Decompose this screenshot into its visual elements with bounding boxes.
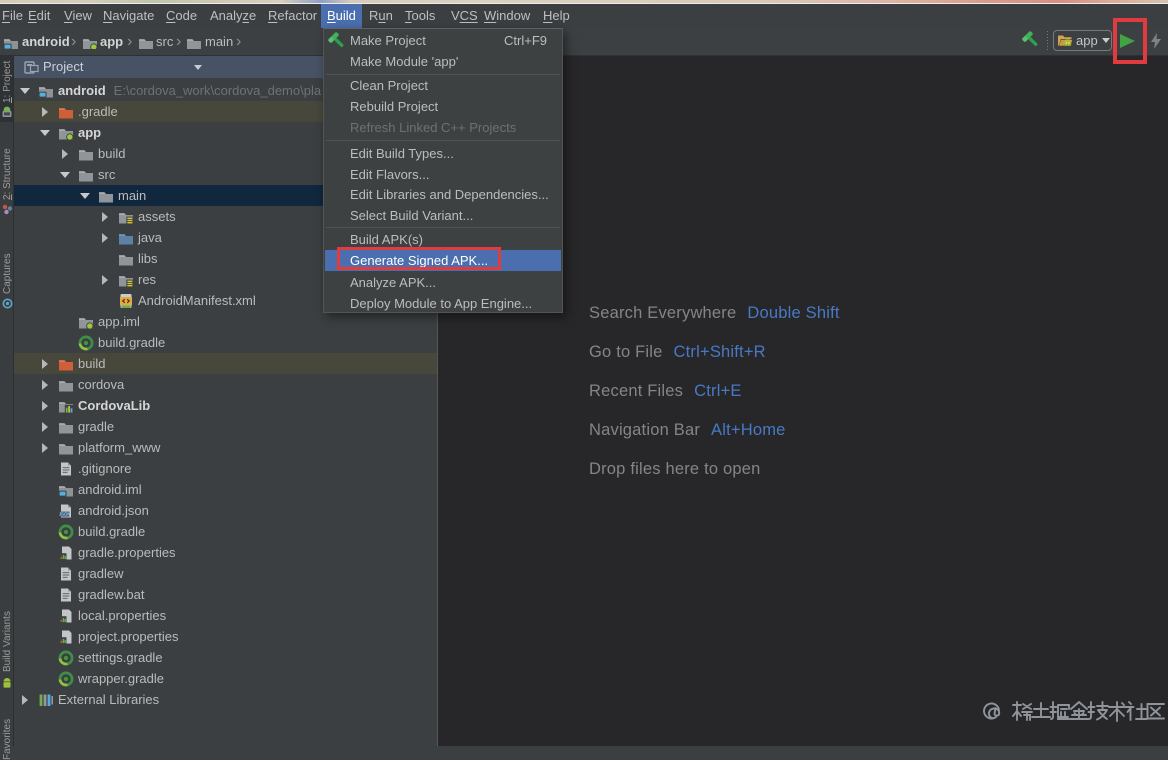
svg-text:JSON: JSON [59,511,71,516]
